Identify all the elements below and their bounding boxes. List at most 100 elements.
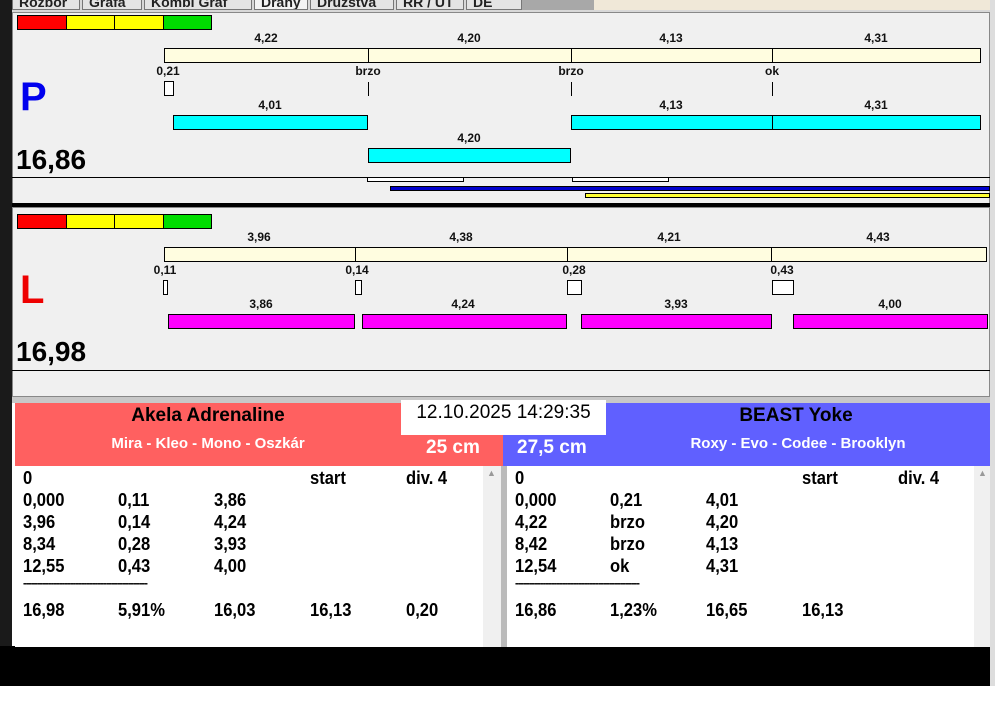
result-cell: 0,000 [515, 490, 557, 510]
split-label: 4,20 [457, 31, 481, 45]
tab-rr-ut[interactable]: RR / UT [396, 0, 464, 10]
divider [12, 177, 990, 178]
result-cell: brzo [610, 512, 645, 532]
tab-druzstva[interactable]: Družstva [310, 0, 394, 10]
light-yellow [114, 15, 164, 30]
reaction-label: ok [764, 64, 780, 78]
lane-letter-p: P [20, 75, 47, 119]
result-cell: 12,54 [515, 556, 557, 576]
leg-bar [362, 314, 567, 329]
result-cell: 4,20 [706, 512, 739, 532]
leg-bar [772, 115, 981, 130]
result-cell: 4,01 [706, 490, 739, 510]
leg-bar [168, 314, 355, 329]
result-cell: 8,42 [515, 534, 548, 554]
result-cell: 4,13 [706, 534, 739, 554]
result-cell: 4,31 [706, 556, 739, 576]
result-cell: 3,86 [214, 490, 247, 510]
split-bar [772, 48, 981, 63]
split-bar [368, 48, 572, 63]
tab-de[interactable]: DE [466, 0, 522, 10]
split-bar [164, 48, 369, 63]
split-bar [164, 247, 356, 262]
result-cell: 0,11 [118, 490, 150, 510]
reaction-box [772, 280, 794, 295]
lane-p-panel [12, 12, 990, 204]
light-red [17, 214, 67, 229]
result-cell: 0,43 [118, 556, 151, 576]
divider [12, 370, 990, 371]
reaction-label: 0,43 [770, 263, 794, 277]
header-cell: 0 [23, 468, 33, 488]
split-label: 4,21 [657, 230, 681, 244]
result-cell: 0,14 [118, 512, 151, 532]
leg-bar [581, 314, 772, 329]
window-edge [0, 0, 12, 686]
result-cell: 4,00 [214, 556, 247, 576]
leg-bar [793, 314, 988, 329]
light-red [17, 15, 67, 30]
right-team-members: Roxy - Evo - Codee - Brooklyn [690, 435, 906, 452]
leg-label: 4,24 [451, 297, 475, 311]
right-team-height: 27,5 cm [517, 437, 587, 458]
split-label: 3,96 [247, 230, 271, 244]
right-team-name: BEAST Yoke [739, 405, 853, 426]
tab-grafa[interactable]: Grafa [82, 0, 142, 10]
result-cell: brzo [610, 534, 645, 554]
yellow-progress-line [585, 193, 990, 198]
split-label: 4,13 [659, 31, 683, 45]
header-cell: div. 4 [406, 468, 448, 488]
split-label: 4,38 [449, 230, 473, 244]
light-yellow [66, 15, 115, 30]
reaction-label: brzo [558, 64, 584, 78]
lane-l-panel [12, 207, 990, 397]
light-yellow [66, 214, 115, 229]
result-cell: 0,28 [118, 534, 151, 554]
header-cell: 0 [515, 468, 525, 488]
split-label: 4,31 [864, 31, 888, 45]
left-team-height: 25 cm [426, 437, 480, 458]
reaction-tick [772, 82, 773, 96]
reaction-box [163, 280, 168, 295]
left-team-name: Akela Adrenaline [131, 405, 285, 426]
total-cell: 16,86 [515, 600, 557, 620]
bottom-area [0, 646, 990, 686]
total-cell: 0,20 [406, 600, 439, 620]
separator-line: ----------------------------------------… [515, 576, 640, 590]
result-cell: 12,55 [23, 556, 65, 576]
reaction-box [567, 280, 582, 295]
light-green [163, 15, 212, 30]
tab-bar-filler [594, 0, 990, 10]
leg-label: 3,93 [664, 297, 688, 311]
total-cell: 1,23% [610, 600, 657, 620]
total-cell: 5,91% [118, 600, 165, 620]
header-cell: start [310, 468, 346, 488]
leg-label: 4,01 [258, 98, 282, 112]
scroll-up-icon[interactable]: ▲ [487, 468, 496, 478]
reaction-box [355, 280, 362, 295]
total-cell: 16,03 [214, 600, 256, 620]
split-label: 4,43 [866, 230, 890, 244]
split-bar [355, 247, 568, 262]
tab-kombi-graf[interactable]: Kombi Graf [144, 0, 252, 10]
leg-label: 4,31 [864, 98, 888, 112]
reaction-label: 0,11 [153, 263, 177, 277]
tab-rozbor[interactable]: Rozbor [12, 0, 80, 10]
result-cell: 8,34 [23, 534, 56, 554]
progress-marker [572, 177, 669, 182]
total-cell: 16,65 [706, 600, 748, 620]
separator-line: ----------------------------------------… [23, 576, 148, 590]
left-team-members: Mira - Kleo - Mono - Oszkár [111, 435, 305, 452]
split-bar [567, 247, 772, 262]
left-scrollbar[interactable]: ▲ [483, 466, 501, 647]
right-scrollbar[interactable]: ▲ [974, 466, 990, 647]
tab-drahy[interactable]: Dráhy [254, 0, 308, 10]
reaction-box [164, 81, 174, 96]
leg-label: 4,20 [457, 131, 481, 145]
header-cell: div. 4 [898, 468, 940, 488]
leg-bar [173, 115, 368, 130]
split-bar [571, 48, 773, 63]
result-cell: 3,93 [214, 534, 247, 554]
scroll-up-icon[interactable]: ▲ [978, 468, 987, 478]
split-label: 4,22 [254, 31, 278, 45]
